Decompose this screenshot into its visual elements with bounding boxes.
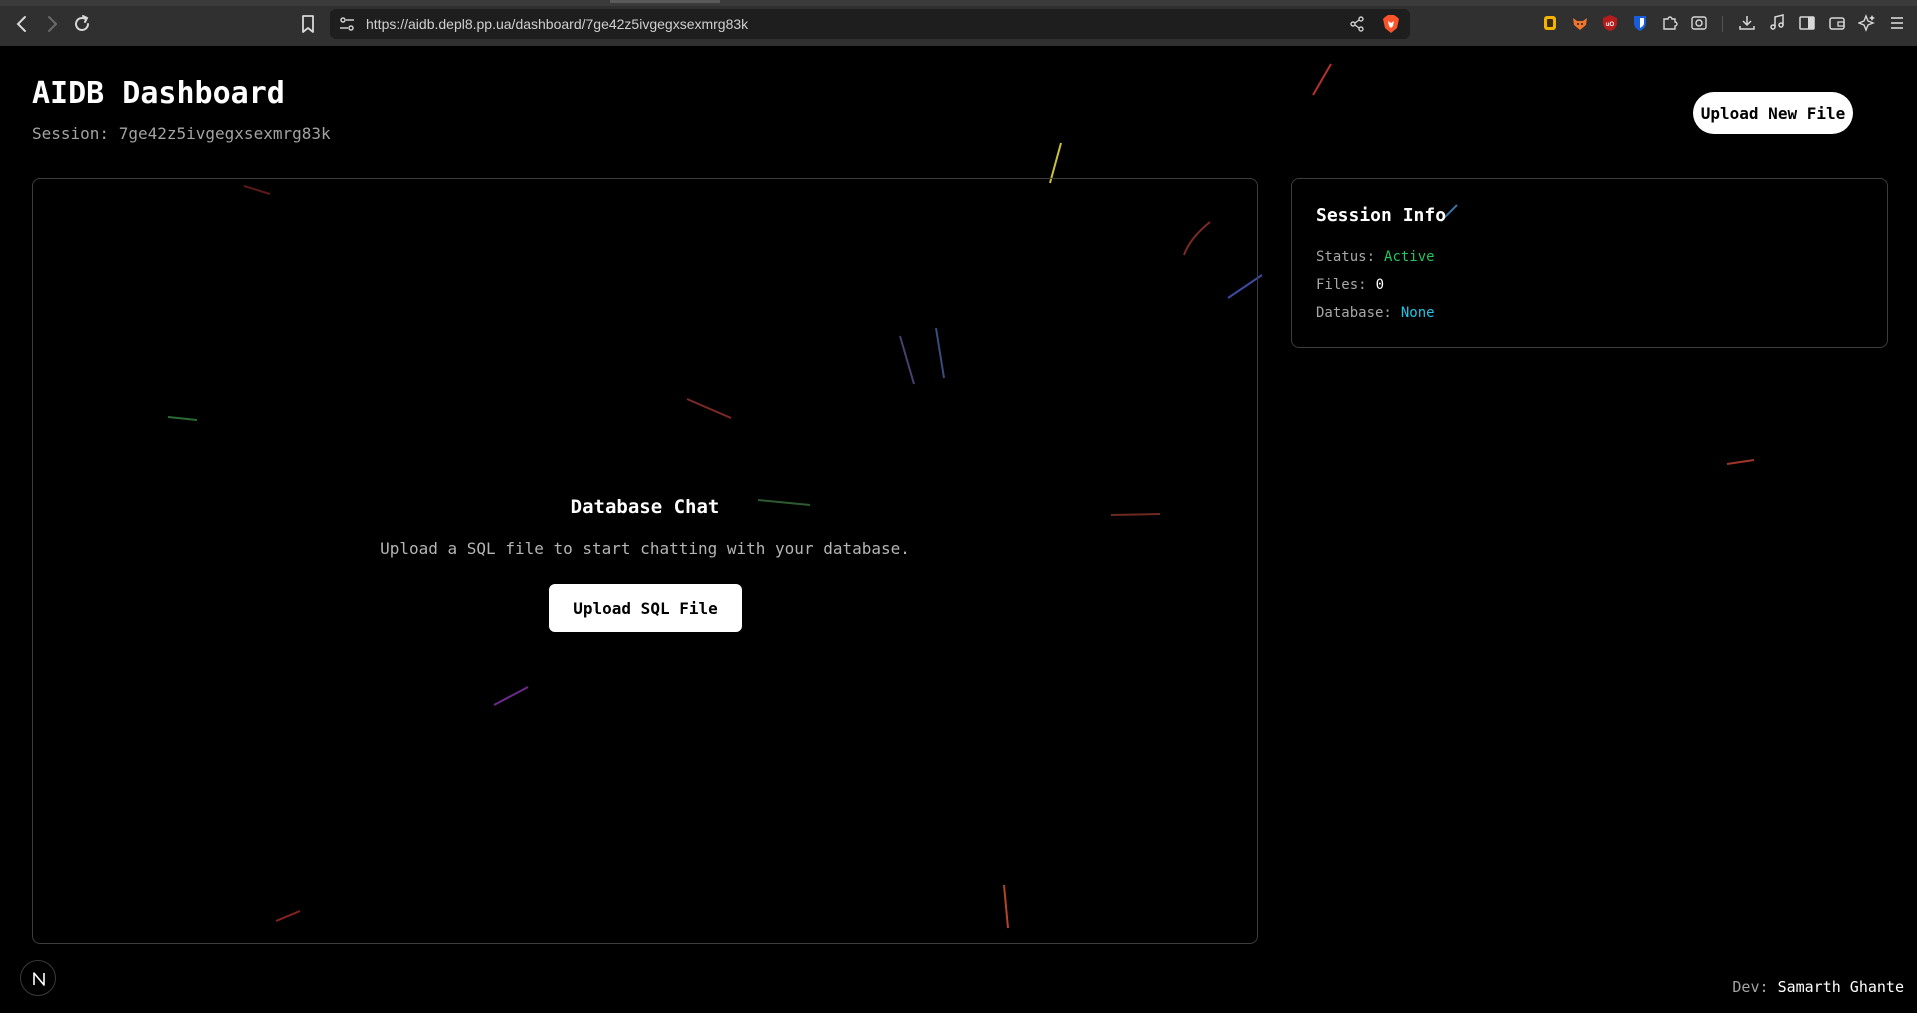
chat-title: Database Chat — [570, 496, 720, 518]
database-chat-panel: Database Chat Upload a SQL file to start… — [32, 178, 1258, 944]
database-value: None — [1400, 305, 1435, 321]
session-id-line: Session: 7ge42z5ivgegxsexmrg83k — [32, 124, 331, 143]
status-label: Status: — [1316, 249, 1376, 265]
session-label: Session: — [32, 124, 110, 143]
nextjs-dev-indicator-icon[interactable] — [20, 960, 56, 996]
session-info-panel: Session Info Status: Active Files: 0 Datab… — [1291, 178, 1888, 348]
files-label: Files: — [1316, 277, 1367, 293]
session-id: 7ge42z5ivgegxsexmrg83k — [118, 124, 331, 143]
database-label: Database: — [1316, 305, 1392, 321]
chat-description: Upload a SQL file to start chatting with… — [380, 539, 910, 558]
database-row: Database: None — [1316, 305, 1435, 321]
dev-name: Samarth Ghante — [1777, 978, 1904, 996]
dev-label: Dev: — [1732, 978, 1769, 996]
dev-credit: Dev: Samarth Ghante — [1732, 978, 1904, 996]
status-value: Active — [1384, 249, 1435, 265]
streak-orange-red — [1726, 459, 1755, 465]
status-row: Status: Active — [1316, 249, 1435, 265]
upload-new-file-button[interactable]: Upload New File — [1693, 92, 1853, 134]
streak-yellow — [1049, 142, 1062, 184]
session-info-title: Session Info — [1316, 205, 1447, 226]
streak-red — [1312, 63, 1332, 96]
files-count: 0 — [1375, 277, 1385, 293]
page-title: AIDB Dashboard — [32, 76, 285, 111]
files-row: Files: 0 — [1316, 277, 1384, 293]
upload-sql-file-button[interactable]: Upload SQL File — [549, 584, 742, 632]
